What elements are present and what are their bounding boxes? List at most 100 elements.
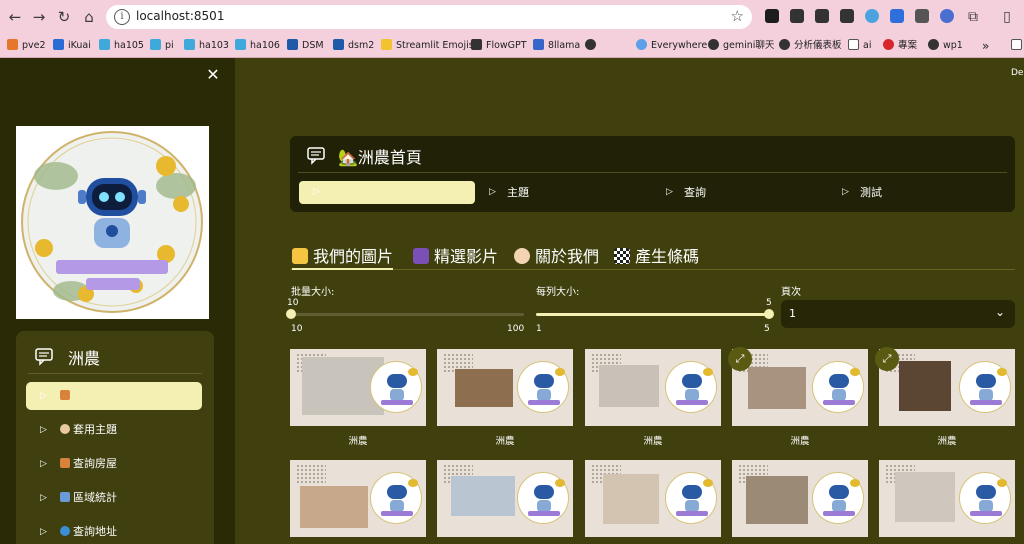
sidebar-item-label: 套用主題 (73, 423, 117, 436)
sidebar-item-label: 查詢房屋 (73, 457, 117, 470)
tab-theme[interactable]: ▷ 主題 (475, 181, 651, 204)
batch-size-label: 批量大小: (291, 287, 335, 298)
bookmark-favicon (779, 39, 790, 50)
bookmark-item[interactable] (585, 38, 600, 54)
bookmark-favicon (928, 39, 939, 50)
bookmark-item[interactable]: Streamlit Emojis (381, 38, 474, 54)
sidebar-item-label-wrap: 查詢地址 (60, 518, 117, 544)
row-size-slider-handle[interactable] (764, 309, 774, 319)
gallery-image[interactable] (732, 460, 868, 537)
bookmark-item[interactable]: wp1 (928, 38, 963, 54)
sidebar-item-area-stats[interactable]: ▷ 區域統計 (26, 484, 202, 512)
batch-size-slider-handle[interactable] (286, 309, 296, 319)
sidebar-item-address-query[interactable]: ▷ 查詢地址 (26, 518, 202, 544)
house-photo (599, 365, 659, 407)
tab-barcode[interactable]: 產生條碼 (614, 243, 699, 267)
bookmark-star-icon[interactable]: ☆ (731, 7, 744, 25)
play-triangle-icon: ▷ (842, 187, 849, 197)
folder-icon (1011, 39, 1022, 50)
folder-icon[interactable] (1011, 38, 1024, 54)
tab-home[interactable]: ▷ 首頁 (299, 181, 475, 204)
page-select-value: 1 (789, 307, 796, 320)
page-title: 🏡洲農首頁 (338, 148, 422, 167)
gallery-image[interactable] (290, 349, 426, 426)
puzzle-extensions-icon[interactable]: ⧉ (962, 6, 984, 28)
sidebar-item-home[interactable]: ▷ 洲農首頁 (26, 382, 202, 410)
robot-logo (517, 472, 569, 524)
bookmark-folder[interactable]: ai (848, 38, 871, 54)
more-bookmarks-icon[interactable]: » (982, 38, 989, 54)
bar-chart-icon (60, 492, 70, 502)
sidebar-item-theme[interactable]: ▷ 套用主題 (26, 416, 202, 444)
tab-label: 主題 (507, 186, 529, 199)
back-arrow-icon[interactable]: ← (4, 6, 26, 28)
row-size-min: 1 (536, 324, 542, 334)
gallery-image[interactable] (437, 349, 573, 426)
gallery-image[interactable] (732, 349, 868, 426)
clapper-icon (413, 248, 429, 264)
bookmark-item[interactable]: 8llama (533, 38, 580, 54)
bookmark-item[interactable]: gemini聊天 (708, 38, 774, 54)
expand-icon[interactable]: ⤢ (875, 347, 899, 371)
bookmark-item[interactable]: ha103 (184, 38, 229, 54)
gallery-image[interactable] (879, 349, 1015, 426)
bookmark-item[interactable]: 專案 (883, 38, 917, 54)
forward-arrow-icon[interactable]: → (28, 6, 50, 28)
house-photo (895, 472, 955, 522)
bookmark-item[interactable]: pi (150, 38, 174, 54)
robot-logo-part (997, 479, 1007, 487)
bookmark-favicon (585, 39, 596, 50)
bookmark-item[interactable]: 分析儀表板 (779, 38, 842, 54)
sparkles-icon (292, 248, 308, 264)
expand-icon[interactable]: ⤢ (728, 347, 752, 371)
tab-test[interactable]: ▷ 測試 (828, 181, 1004, 204)
tab-featured-videos[interactable]: 精選影片 (413, 243, 498, 267)
extension-icon[interactable] (865, 9, 879, 23)
bookmark-favicon (636, 39, 647, 50)
tab-label: 產生條碼 (635, 247, 700, 266)
tab-query[interactable]: ▷ 查詢 (652, 181, 828, 204)
robot-logo (665, 472, 717, 524)
gallery-image[interactable] (437, 460, 573, 537)
robot-logo-part (829, 374, 849, 388)
url-text[interactable]: localhost:8501 (136, 9, 224, 23)
extension-icon[interactable] (890, 9, 904, 23)
extension-icon[interactable] (940, 9, 954, 23)
bookmark-item[interactable]: ha105 (99, 38, 144, 54)
page-select[interactable]: 1 ⌄ (781, 300, 1015, 328)
bookmark-item[interactable]: DSM (287, 38, 324, 54)
home-icon[interactable]: ⌂ (78, 6, 100, 28)
robot-logo-part (408, 479, 418, 487)
gallery-image[interactable] (879, 460, 1015, 537)
extension-icon[interactable] (840, 9, 854, 23)
chat-icon (307, 147, 325, 165)
bookmark-item[interactable]: ha106 (235, 38, 280, 54)
deploy-button[interactable]: Dep (1011, 68, 1024, 78)
address-bar[interactable]: i localhost:8501 ☆ (106, 5, 752, 29)
extension-icon[interactable] (815, 9, 829, 23)
tab-our-pictures[interactable]: 我們的圖片 (292, 243, 394, 270)
dot-pattern (296, 464, 326, 484)
batch-size-slider-track[interactable] (291, 313, 524, 316)
chevron-down-icon: ⌄ (994, 305, 1005, 319)
extension-icon[interactable] (915, 9, 929, 23)
gallery-image[interactable] (585, 460, 721, 537)
site-info-icon[interactable]: i (114, 9, 130, 25)
bookmark-item[interactable]: pve2 (7, 38, 46, 54)
gallery-image[interactable] (290, 460, 426, 537)
tab-about-us[interactable]: 關於我們 (514, 243, 599, 267)
play-triangle-icon: ▷ (40, 527, 47, 537)
gallery-image[interactable] (585, 349, 721, 426)
notion-extension-icon[interactable] (765, 9, 779, 23)
bookmark-item[interactable]: Everywhere (636, 38, 707, 54)
reload-icon[interactable]: ↻ (53, 6, 75, 28)
sidebar-item-house-query[interactable]: ▷ 查詢房屋 (26, 450, 202, 478)
robot-logo-part (676, 511, 708, 516)
robot-logo-part (970, 400, 1002, 405)
bookmark-item[interactable]: FlowGPT (471, 38, 527, 54)
extension-icon[interactable] (790, 9, 804, 23)
side-panel-icon[interactable]: ▯ (996, 6, 1018, 28)
close-icon[interactable]: ✕ (204, 66, 222, 84)
bookmark-item[interactable]: iKuai (53, 38, 91, 54)
bookmark-item[interactable]: dsm2 (333, 38, 374, 54)
